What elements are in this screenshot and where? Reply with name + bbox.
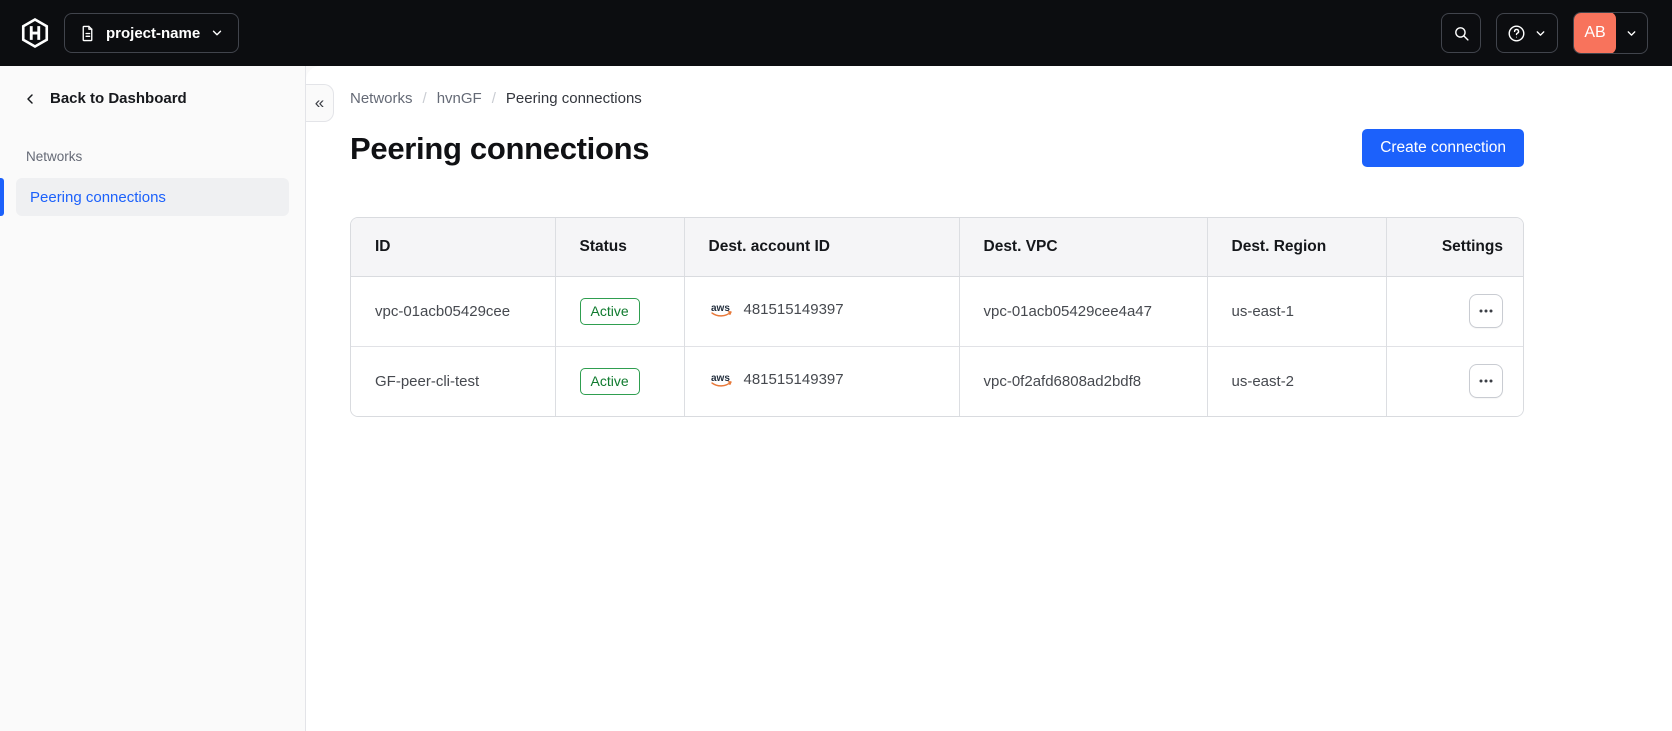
chevron-down-icon — [1534, 27, 1547, 40]
help-menu-button[interactable] — [1496, 13, 1558, 53]
back-link-label: Back to Dashboard — [50, 90, 187, 107]
column-header-dest-account-id: Dest. account ID — [683, 218, 959, 277]
svg-text:aws: aws — [711, 373, 730, 384]
sidebar-item-peering-connections[interactable]: Peering connections — [16, 178, 289, 216]
breadcrumb-current: Peering connections — [505, 90, 642, 107]
main-content: Networks / hvnGF / Peering connections P… — [306, 66, 1672, 731]
peering-connections-table: ID Status Dest. account ID Dest. VPC Des… — [350, 217, 1524, 417]
cell-status: Active — [554, 345, 684, 416]
svg-text:aws: aws — [711, 303, 730, 314]
sidebar-collapse-button[interactable]: « — [306, 84, 334, 122]
row-actions-button[interactable] — [1469, 364, 1503, 399]
chevron-down-icon — [1616, 27, 1647, 40]
breadcrumb-separator: / — [491, 90, 496, 107]
project-switcher-label: project-name — [106, 24, 201, 42]
aws-icon: aws — [709, 301, 735, 318]
dest-account-id-value: 481515149397 — [743, 300, 844, 318]
collapse-icon: « — [314, 93, 325, 112]
cell-settings — [1385, 276, 1523, 346]
table-body: vpc-01acb05429cee Active aws 481515149397 vp… — [351, 276, 1523, 416]
back-to-dashboard-link[interactable]: Back to Dashboard — [16, 90, 289, 107]
column-header-dest-region: Dest. Region — [1206, 218, 1386, 277]
top-navigation-bar: project-name AB — [0, 0, 1672, 66]
cell-dest-vpc: vpc-0f2afd6808ad2bdf8 — [958, 345, 1207, 416]
breadcrumb-separator: / — [422, 90, 427, 107]
column-header-dest-vpc: Dest. VPC — [958, 218, 1207, 277]
create-connection-button[interactable]: Create connection — [1362, 129, 1524, 167]
table-row: vpc-01acb05429cee Active aws 481515149397 vp… — [351, 276, 1523, 346]
user-menu-button[interactable]: AB — [1573, 12, 1648, 54]
table-header-row: ID Status Dest. account ID Dest. VPC Des… — [351, 218, 1523, 277]
avatar-initials: AB — [1584, 24, 1606, 41]
cell-settings — [1385, 345, 1523, 416]
cell-status: Active — [554, 276, 684, 346]
cell-dest-vpc: vpc-01acb05429cee4a47 — [958, 276, 1207, 346]
column-header-status: Status — [554, 218, 684, 277]
column-header-id: ID — [351, 218, 555, 277]
search-icon — [1453, 25, 1470, 42]
active-item-accent — [0, 178, 4, 216]
page-title: Peering connections — [350, 131, 650, 166]
search-button[interactable] — [1441, 13, 1481, 53]
cell-dest-region: us-east-2 — [1206, 345, 1386, 416]
help-icon — [1507, 24, 1526, 43]
dest-account-id-value: 481515149397 — [743, 370, 844, 388]
status-badge: Active — [579, 297, 640, 325]
status-badge: Active — [579, 367, 640, 395]
document-icon — [79, 25, 96, 42]
hashicorp-logo-icon[interactable] — [20, 18, 64, 48]
sidebar: Back to Dashboard Networks Peering conne… — [0, 66, 306, 731]
breadcrumb-networks[interactable]: Networks — [350, 90, 413, 107]
project-switcher-button[interactable]: project-name — [64, 13, 240, 53]
table-row: GF-peer-cli-test Active aws 481515149397 vpc… — [351, 345, 1523, 416]
column-header-settings: Settings — [1385, 218, 1523, 277]
chevron-down-icon — [210, 26, 224, 40]
sidebar-item-label: Peering connections — [30, 188, 166, 206]
cell-id: vpc-01acb05429cee — [351, 276, 555, 346]
cell-dest-account-id: aws 481515149397 — [683, 276, 959, 346]
cell-id: GF-peer-cli-test — [351, 345, 555, 416]
cell-dest-account-id: aws 481515149397 — [683, 345, 959, 416]
ellipsis-icon — [1479, 309, 1493, 313]
cell-dest-region: us-east-1 — [1206, 276, 1386, 346]
chevron-left-icon — [22, 91, 38, 107]
avatar: AB — [1574, 13, 1616, 53]
breadcrumb-hvn[interactable]: hvnGF — [437, 90, 482, 107]
breadcrumb: Networks / hvnGF / Peering connections — [350, 90, 1524, 107]
aws-icon: aws — [709, 371, 735, 388]
row-actions-button[interactable] — [1469, 294, 1503, 328]
ellipsis-icon — [1479, 379, 1493, 383]
sidebar-section-title: Networks — [26, 149, 83, 164]
